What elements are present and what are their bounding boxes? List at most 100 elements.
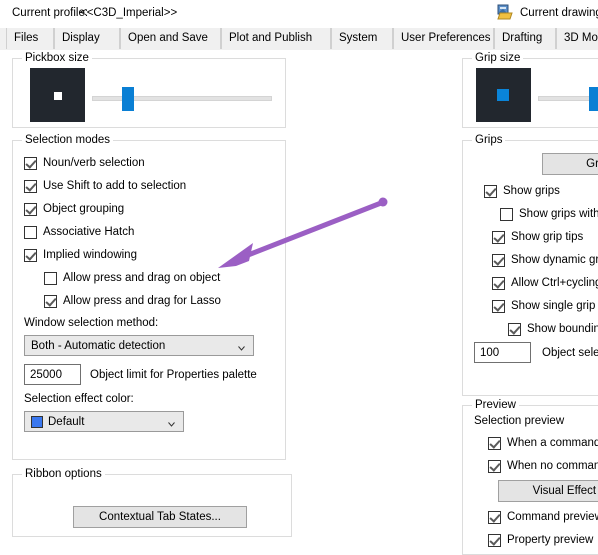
checkbox-box[interactable] — [508, 322, 521, 336]
object-selection-limit-value: 100 — [480, 346, 500, 359]
checkbox-label: Allow Ctrl+cycling — [511, 277, 598, 289]
tab-drafting[interactable]: Drafting — [494, 28, 556, 49]
grip-size-title: Grip size — [472, 52, 524, 64]
window-selection-method-combo[interactable]: Both - Automatic detection — [24, 335, 254, 356]
checkbox-box[interactable] — [492, 276, 505, 290]
checkbox-allow-press-and-drag-on-object[interactable]: Allow press and drag on object — [44, 270, 220, 286]
checkbox-label: Property preview — [507, 534, 594, 546]
tab-label: Drafting — [502, 32, 543, 44]
pickbox-size-slider-thumb[interactable] — [122, 87, 134, 111]
checkbox-box[interactable] — [492, 230, 505, 244]
selection-effect-color-combo[interactable]: Default — [24, 411, 184, 432]
checkbox-box[interactable] — [492, 299, 505, 313]
checkbox-box[interactable] — [24, 156, 37, 170]
object-selection-limit-label: Object selec — [542, 347, 598, 359]
chevron-down-icon — [238, 343, 245, 351]
checkbox-box[interactable] — [492, 253, 505, 267]
tab-display[interactable]: Display — [54, 28, 120, 49]
current-profile-label: Current profile: — [12, 7, 89, 19]
checkbox-box[interactable] — [24, 202, 37, 216]
ribbon-options-title: Ribbon options — [22, 468, 105, 480]
checkbox-command-preview[interactable]: Command preview — [488, 509, 598, 525]
checkbox-label: Use Shift to add to selection — [43, 180, 187, 192]
checkbox-show-grips[interactable]: Show grips — [484, 183, 560, 199]
checkbox-box[interactable] — [488, 459, 501, 473]
object-selection-limit-input[interactable]: 100 — [474, 342, 531, 363]
checkbox-label: Show grip tips — [511, 231, 584, 243]
profile-bar: Current profile: <<C3D_Imperial>> Curren… — [0, 0, 598, 28]
checkbox-label: Noun/verb selection — [43, 157, 145, 169]
grips-title: Grips — [472, 134, 506, 146]
visual-effect-settings-label: Visual Effect Se — [532, 485, 598, 497]
checkbox-property-preview[interactable]: Property preview — [488, 532, 593, 548]
grip-colors-label: Grip — [586, 158, 598, 170]
checkbox-box[interactable] — [24, 248, 37, 262]
checkbox-use-shift-to-add-to-selection[interactable]: Use Shift to add to selection — [24, 178, 186, 194]
checkbox-label: Show grips within — [519, 208, 598, 220]
chevron-down-icon — [168, 419, 175, 427]
checkbox-box[interactable] — [24, 225, 37, 239]
checkbox-when-no-command-is-active[interactable]: When no command — [488, 458, 598, 474]
tab-plot-and-publish[interactable]: Plot and Publish — [221, 28, 331, 49]
checkbox-box[interactable] — [24, 179, 37, 193]
checkbox-show-grips-within-blocks[interactable]: Show grips within — [500, 206, 598, 222]
tab-system[interactable]: System — [331, 28, 393, 49]
options-tab-strip: Files Display Open and Save Plot and Pub… — [0, 28, 598, 51]
checkbox-label: Show single grip — [511, 300, 596, 312]
checkbox-allow-press-and-drag-for-lasso[interactable]: Allow press and drag for Lasso — [44, 293, 221, 309]
checkbox-box[interactable] — [488, 436, 501, 450]
grip-preview-square — [497, 89, 509, 101]
checkbox-show-single-grip-on-groups[interactable]: Show single grip — [492, 298, 595, 314]
contextual-tab-states-label: Contextual Tab States... — [99, 511, 221, 523]
drawing-file-icon — [497, 4, 514, 20]
checkbox-label: When no command — [507, 460, 598, 472]
window-selection-method-label: Window selection method: — [24, 317, 159, 329]
checkbox-box[interactable] — [44, 271, 57, 285]
checkbox-show-grip-tips[interactable]: Show grip tips — [492, 229, 583, 245]
tab-open-and-save[interactable]: Open and Save — [120, 28, 221, 49]
checkbox-show-bounding-box-on-groups[interactable]: Show boundin — [508, 321, 598, 337]
grip-colors-button[interactable]: Grip — [542, 153, 598, 175]
object-limit-value: 25000 — [30, 368, 62, 381]
preview-title: Preview — [472, 399, 519, 411]
tab-3d-modeling[interactable]: 3D Modeling — [556, 28, 598, 49]
grip-size-slider-thumb[interactable] — [589, 87, 598, 111]
tab-user-preferences[interactable]: User Preferences — [393, 28, 494, 49]
checkbox-when-a-command-is-active[interactable]: When a command — [488, 435, 598, 451]
checkbox-label: Show boundin — [527, 323, 598, 335]
tab-label: Open and Save — [128, 32, 208, 44]
tab-files[interactable]: Files — [6, 28, 54, 49]
current-profile-value: <<C3D_Imperial>> — [80, 7, 178, 19]
checkbox-noun-verb-selection[interactable]: Noun/verb selection — [24, 155, 145, 171]
checkbox-implied-windowing[interactable]: Implied windowing — [24, 247, 137, 263]
tab-label: Files — [14, 32, 39, 44]
right-pane: Grip size Grips Grip Show grips Show gri… — [452, 50, 598, 555]
selection-preview-label: Selection preview — [474, 415, 565, 427]
checkbox-box[interactable] — [488, 510, 501, 524]
pickbox-size-title: Pickbox size — [22, 52, 92, 64]
contextual-tab-states-button[interactable]: Contextual Tab States... — [73, 506, 247, 528]
checkbox-box[interactable] — [500, 207, 513, 221]
color-swatch — [31, 415, 43, 428]
checkbox-label: Command preview — [507, 511, 598, 523]
selection-effect-color-label: Selection effect color: — [24, 393, 134, 405]
checkbox-show-dynamic-grip-menu[interactable]: Show dynamic gri — [492, 252, 598, 268]
pickbox-preview — [30, 68, 85, 122]
tab-label: System — [339, 32, 378, 44]
visual-effect-settings-button[interactable]: Visual Effect Se — [498, 480, 598, 502]
checkbox-allow-ctrl-cycling[interactable]: Allow Ctrl+cycling — [492, 275, 598, 291]
checkbox-box[interactable] — [484, 184, 497, 198]
tab-label: 3D Modeling — [564, 32, 598, 44]
selection-effect-color-value: Default — [48, 415, 85, 428]
checkbox-associative-hatch[interactable]: Associative Hatch — [24, 224, 134, 240]
checkbox-box[interactable] — [44, 294, 57, 308]
checkbox-label: Associative Hatch — [43, 226, 135, 238]
object-limit-input[interactable]: 25000 — [24, 364, 81, 385]
checkbox-label: Implied windowing — [43, 249, 137, 261]
pickbox-size-slider-track[interactable] — [92, 96, 272, 101]
tab-label: User Preferences — [401, 32, 491, 44]
tab-label: Plot and Publish — [229, 32, 313, 44]
checkbox-object-grouping[interactable]: Object grouping — [24, 201, 124, 217]
checkbox-box[interactable] — [488, 533, 501, 547]
grip-preview — [476, 68, 531, 122]
